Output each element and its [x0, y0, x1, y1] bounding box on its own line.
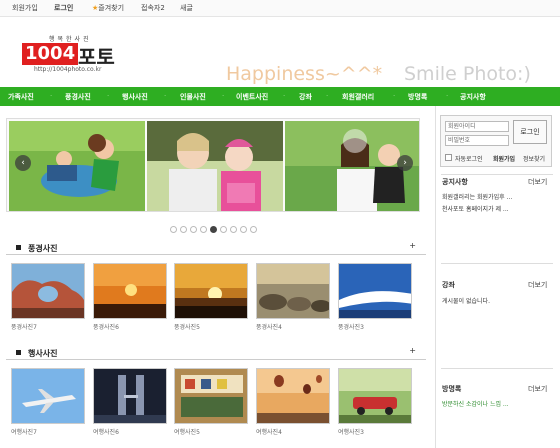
main-nav: 가족사진 · 풍경사진 · 행사사진 · 인물사진 · 이벤트사진 · 강좌 ·… [0, 87, 560, 106]
password-field[interactable]: 비밀번호 [445, 135, 509, 146]
nav-separator: · [50, 92, 53, 100]
new-posts-link[interactable]: 새글 [180, 3, 193, 13]
nav-separator: · [283, 92, 286, 100]
autologin-label: 자동로그인 [455, 156, 483, 163]
thumb-landscape-2[interactable] [93, 263, 167, 319]
nav-item-family[interactable]: 가족사진 [8, 92, 34, 102]
nav-item-landscape[interactable]: 풍경사진 [65, 92, 91, 102]
nav-item-portrait[interactable]: 인물사진 [180, 92, 206, 102]
photo-slider[interactable]: ‹ › [6, 118, 420, 212]
slider-dot[interactable] [250, 226, 257, 233]
logo-url: http://1004photo.co.kr [34, 66, 102, 73]
thumb-label[interactable]: 풍경사진4 [256, 322, 282, 331]
nav-item-member-gallery[interactable]: 회원갤러리 [342, 92, 374, 102]
bullet-square-icon [16, 245, 21, 250]
thumb-label[interactable]: 풍경사진5 [174, 322, 200, 331]
login-link[interactable]: 로그인 [54, 3, 73, 13]
section-title-text: 행사사진 [28, 349, 58, 358]
nav-item-event[interactable]: 행사사진 [122, 92, 148, 102]
notice-more-button[interactable]: 더보기 [528, 177, 547, 187]
thumb-event-2[interactable] [93, 368, 167, 424]
favorites-link[interactable]: ★즐겨찾기 [92, 3, 124, 13]
join-button[interactable]: 회원가입 [493, 154, 515, 163]
thumb-label[interactable]: 여행사진5 [174, 427, 200, 436]
nav-separator: · [164, 92, 167, 100]
notice-item[interactable]: 천사포토 홈페이지가 제 ... [442, 204, 509, 213]
find-info-button[interactable]: 정보찾기 [523, 154, 545, 163]
nav-item-lecture[interactable]: 강좌 [299, 92, 312, 102]
nav-separator: · [107, 92, 110, 100]
guestbook-title: 방명록 [442, 385, 462, 393]
section-title-event: 행사사진 + [6, 346, 426, 360]
thumb-landscape-3[interactable] [174, 263, 248, 319]
autologin-checkbox[interactable] [445, 154, 452, 161]
thumb-label[interactable]: 여행사진7 [11, 427, 37, 436]
favorites-label: 즐겨찾기 [98, 4, 125, 12]
thumb-event-4[interactable] [256, 368, 330, 424]
thumb-label[interactable]: 여행사진3 [338, 427, 364, 436]
nav-item-notice[interactable]: 공지사항 [460, 92, 486, 102]
nav-separator: · [326, 92, 329, 100]
slide-photo-mother-baby [147, 121, 283, 211]
slider-dot[interactable] [200, 226, 207, 233]
thumb-landscape-1[interactable] [11, 263, 85, 319]
logo-number[interactable]: 1004 [22, 43, 79, 65]
thumb-event-1[interactable] [11, 368, 85, 424]
nav-separator: · [446, 92, 449, 100]
divider [441, 174, 553, 175]
guestbook-more-button[interactable]: 더보기 [528, 384, 547, 394]
thumb-label[interactable]: 풍경사진3 [338, 322, 364, 331]
lecture-empty-message: 게시물이 없습니다. [442, 298, 490, 305]
thumb-label[interactable]: 여행사진6 [93, 427, 119, 436]
slogan-happiness: Happiness~^^* [226, 63, 383, 85]
notice-item[interactable]: 회원갤러리는 회원가입후 ... [442, 192, 512, 201]
slogan-smile: Smile Photo:) [404, 63, 531, 85]
slider-next-button[interactable]: › [397, 155, 413, 171]
slider-dot[interactable] [180, 226, 187, 233]
divider [441, 368, 553, 369]
login-button[interactable]: 로그인 [513, 120, 547, 144]
slider-prev-button[interactable]: ‹ [15, 155, 31, 171]
thumb-landscape-5[interactable] [338, 263, 412, 319]
section-title-text: 풍경사진 [28, 244, 58, 253]
divider [441, 263, 553, 264]
thumb-label[interactable]: 여행사진4 [256, 427, 282, 436]
lecture-more-button[interactable]: 더보기 [528, 280, 547, 290]
thumb-event-3[interactable] [174, 368, 248, 424]
slider-dot[interactable] [230, 226, 237, 233]
nav-separator: · [393, 92, 396, 100]
slider-dot[interactable] [210, 226, 217, 233]
notice-title: 공지사항 [442, 178, 468, 186]
member-id-field[interactable]: 회원아이디 [445, 121, 509, 132]
lecture-title: 강좌 [442, 281, 455, 289]
top-bar: 회원가입 로그인 ★즐겨찾기 접속자2 새글 [0, 0, 560, 17]
thumb-event-5[interactable] [338, 368, 412, 424]
slider-dot[interactable] [170, 226, 177, 233]
thumb-landscape-4[interactable] [256, 263, 330, 319]
login-box: 회원아이디 비밀번호 로그인 자동로그인 회원가입 정보찾기 [440, 115, 552, 167]
nav-item-event-photo[interactable]: 이벤트사진 [236, 92, 268, 102]
section-more-button[interactable]: + [409, 346, 416, 355]
thumb-label[interactable]: 풍경사진6 [93, 322, 119, 331]
thumb-label[interactable]: 풍경사진7 [11, 322, 37, 331]
guestbook-item[interactable]: 방문하신 소감이나 느낌 ... [442, 399, 509, 408]
join-link[interactable]: 회원가입 [12, 3, 38, 13]
section-more-button[interactable]: + [409, 241, 416, 250]
section-title-landscape: 풍경사진 + [6, 241, 426, 255]
header: 행복한사진 1004 포토 http://1004photo.co.kr Hap… [0, 17, 560, 87]
nav-item-guestbook[interactable]: 방명록 [408, 92, 427, 102]
slider-dot[interactable] [240, 226, 247, 233]
slider-dot[interactable] [190, 226, 197, 233]
nav-separator: · [222, 92, 225, 100]
slider-dot[interactable] [220, 226, 227, 233]
bullet-square-icon [16, 350, 21, 355]
visitor-count[interactable]: 접속자2 [141, 3, 165, 13]
